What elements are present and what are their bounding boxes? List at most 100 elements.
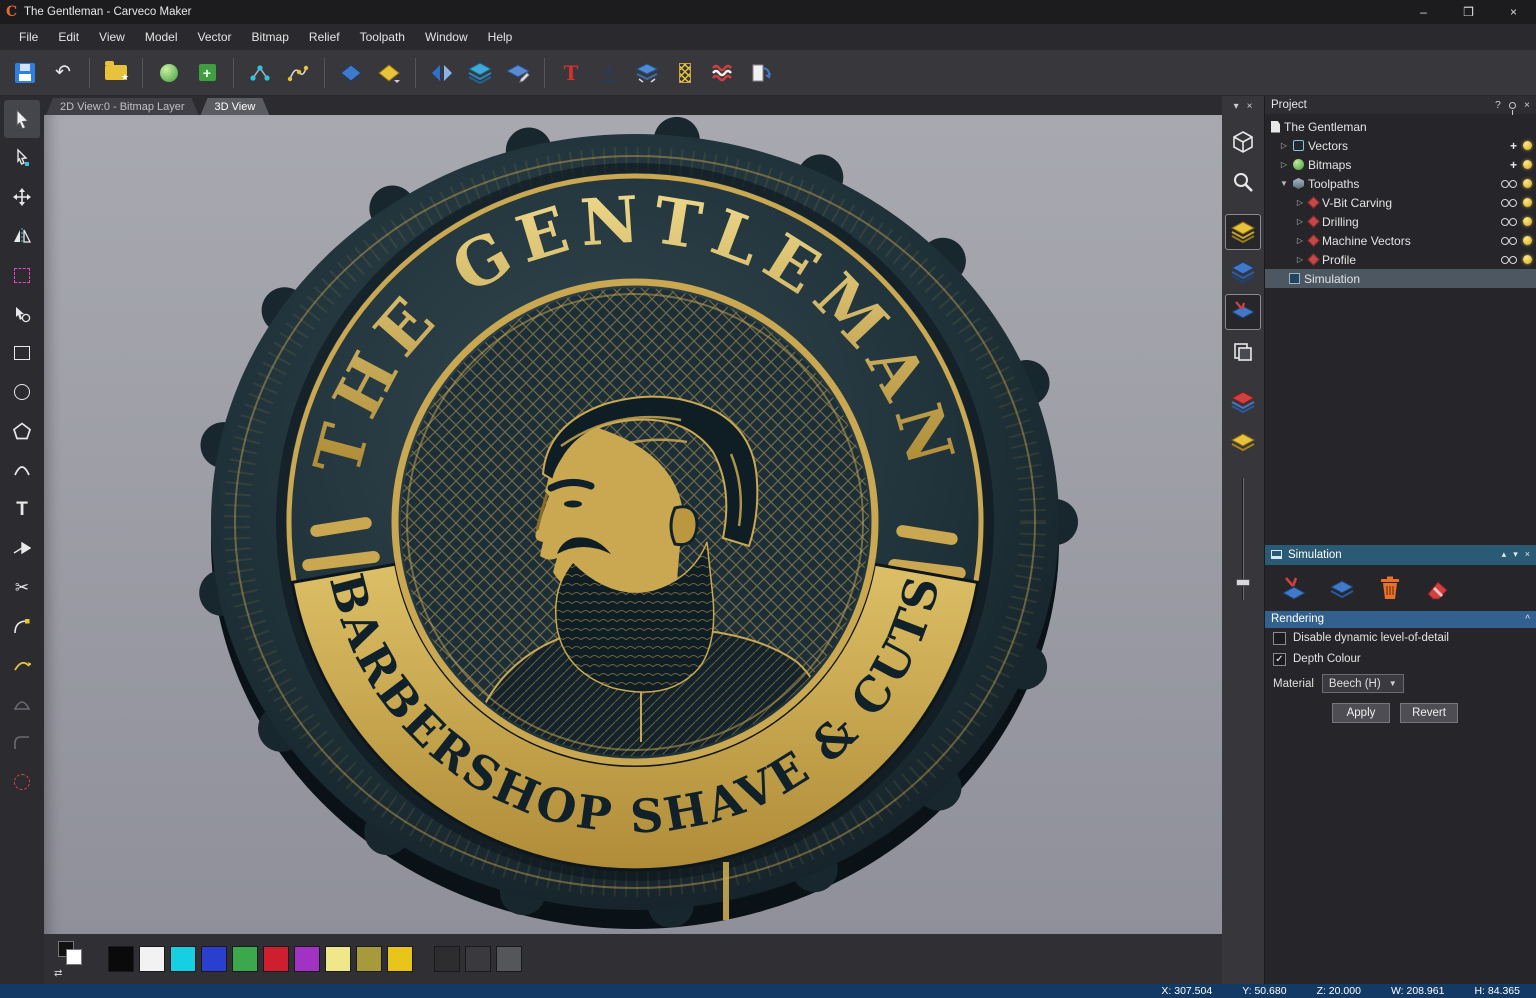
lasso-tool[interactable] [4, 295, 40, 333]
disable-lod-checkbox[interactable] [1273, 632, 1286, 645]
color-swatch[interactable] [325, 946, 351, 972]
disable-lod-checkbox-row[interactable]: Disable dynamic level-of-detail [1265, 628, 1536, 649]
expander-icon[interactable]: ▷ [1295, 255, 1305, 264]
viewport-3d[interactable]: THE GENTLEMAN BARBERSHOP SHAVE & CUTS [44, 115, 1222, 934]
menu-toolpath[interactable]: Toolpath [351, 27, 414, 47]
menu-vector[interactable]: Vector [189, 27, 241, 47]
copy-view-button[interactable] [1225, 334, 1261, 370]
simulation-close-icon[interactable]: × [1525, 549, 1530, 560]
export-button[interactable] [592, 55, 626, 91]
arc-tool[interactable] [4, 451, 40, 489]
undo-button[interactable]: ↶ [46, 55, 80, 91]
color-swatch[interactable] [139, 946, 165, 972]
expander-icon[interactable]: ▷ [1295, 217, 1305, 226]
tab-3d-view[interactable]: 3D View [201, 98, 270, 115]
tree-item-machine-vectors[interactable]: ▷ Machine Vectors [1265, 231, 1536, 250]
texture-relief-button[interactable] [668, 55, 702, 91]
rectangle-tool[interactable] [4, 334, 40, 372]
mirror-tool[interactable] [4, 217, 40, 255]
select-tool[interactable] [4, 100, 40, 138]
node-edit-tool[interactable] [4, 139, 40, 177]
relief-preview-button[interactable] [1225, 424, 1261, 460]
panel-close-icon[interactable]: × [1247, 101, 1253, 112]
help-icon[interactable]: ? [1495, 99, 1501, 111]
apply-button[interactable]: Apply [1332, 703, 1390, 723]
delete-simulation-button[interactable] [1373, 571, 1407, 605]
color-swatch[interactable] [496, 946, 522, 972]
glasses-icon[interactable] [1501, 180, 1517, 188]
color-swatch[interactable] [201, 946, 227, 972]
offset-tool[interactable] [4, 646, 40, 684]
visibility-bulb-icon[interactable] [1523, 141, 1532, 150]
flip-page-button[interactable] [744, 55, 778, 91]
detail-slider[interactable] [1233, 478, 1253, 600]
tree-item-vectors[interactable]: ▷ Vectors + [1265, 136, 1536, 155]
tree-item-simulation[interactable]: Simulation [1265, 269, 1536, 288]
tree-item-toolpaths[interactable]: ▼ Toolpaths [1265, 174, 1536, 193]
visibility-bulb-icon[interactable] [1523, 179, 1532, 188]
menu-bitmap[interactable]: Bitmap [243, 27, 298, 47]
color-swatch[interactable] [232, 946, 258, 972]
project-close-icon[interactable]: × [1524, 99, 1530, 111]
menu-model[interactable]: Model [136, 27, 187, 47]
foreground-background-colours[interactable]: ⇄ [54, 939, 96, 979]
view-cube-button[interactable] [1225, 124, 1261, 160]
color-swatch[interactable] [170, 946, 196, 972]
mirror-relief-button[interactable] [425, 55, 459, 91]
glasses-icon[interactable] [1501, 199, 1517, 207]
dock-icon[interactable]: ▴ [1502, 549, 1507, 560]
swap-colours-icon[interactable]: ⇄ [54, 968, 62, 979]
slider-handle[interactable] [1236, 579, 1250, 586]
relief-layers-button[interactable] [463, 55, 497, 91]
rendering-section-header[interactable]: Rendering ^ [1265, 611, 1536, 628]
text-toolbar-button[interactable]: T [554, 55, 588, 91]
open-favourite-button[interactable] [99, 55, 133, 91]
visibility-bulb-icon[interactable] [1523, 198, 1532, 207]
material-dropdown[interactable]: Beech (H) ▼ [1322, 674, 1404, 693]
add-icon[interactable]: + [1510, 140, 1517, 152]
add-icon[interactable]: + [1510, 159, 1517, 171]
fit-curve-button[interactable] [281, 55, 315, 91]
menu-window[interactable]: Window [416, 27, 477, 47]
zoom-button[interactable] [1225, 164, 1261, 200]
node-editing-button[interactable] [243, 55, 277, 91]
color-swatch[interactable] [465, 946, 491, 972]
primary-colour-swatch[interactable] [66, 949, 82, 965]
minimize-button[interactable]: – [1401, 0, 1446, 24]
visibility-bulb-icon[interactable] [1523, 160, 1532, 169]
bitmap-select-tool[interactable] [4, 256, 40, 294]
collapse-icon[interactable]: ▾ [1513, 549, 1518, 560]
dome-tool[interactable] [4, 685, 40, 723]
expander-icon[interactable]: ▷ [1279, 160, 1289, 169]
show-relief-button[interactable] [1225, 214, 1261, 250]
glasses-icon[interactable] [1501, 256, 1517, 264]
depth-colour-checkbox[interactable]: ✓ [1273, 653, 1286, 666]
color-swatch[interactable] [294, 946, 320, 972]
wave-relief-button[interactable] [706, 55, 740, 91]
new-model-button[interactable] [152, 55, 186, 91]
transfer-relief-button[interactable] [630, 55, 664, 91]
visibility-bulb-icon[interactable] [1523, 217, 1532, 226]
tree-item-drilling[interactable]: ▷ Drilling [1265, 212, 1536, 231]
fillet-tool[interactable] [4, 607, 40, 645]
relief-clipart-button[interactable] [501, 55, 535, 91]
trim-tool[interactable]: ✂ [4, 568, 40, 606]
pin-icon[interactable] [1509, 102, 1516, 109]
expander-icon[interactable]: ▷ [1295, 236, 1305, 245]
color-swatch[interactable] [434, 946, 460, 972]
tree-item-bitmaps[interactable]: ▷ Bitmaps + [1265, 155, 1536, 174]
tree-item-vbit-carving[interactable]: ▷ V-Bit Carving [1265, 193, 1536, 212]
relief-gold-button[interactable] [372, 55, 406, 91]
color-swatch[interactable] [263, 946, 289, 972]
expander-icon[interactable]: ▷ [1295, 198, 1305, 207]
toolpath-preview-button[interactable] [1225, 384, 1261, 420]
menu-edit[interactable]: Edit [49, 27, 88, 47]
expander-icon[interactable]: ▷ [1279, 141, 1289, 150]
color-swatch[interactable] [387, 946, 413, 972]
panel-collapse-icon[interactable]: ▾ [1234, 101, 1239, 112]
menu-relief[interactable]: Relief [300, 27, 349, 47]
tree-item-the-gentleman[interactable]: The Gentleman [1265, 117, 1536, 136]
tree-item-profile[interactable]: ▷ Profile [1265, 250, 1536, 269]
depth-colour-checkbox-row[interactable]: ✓ Depth Colour [1265, 649, 1536, 670]
show-simulation-button[interactable] [1225, 294, 1261, 330]
